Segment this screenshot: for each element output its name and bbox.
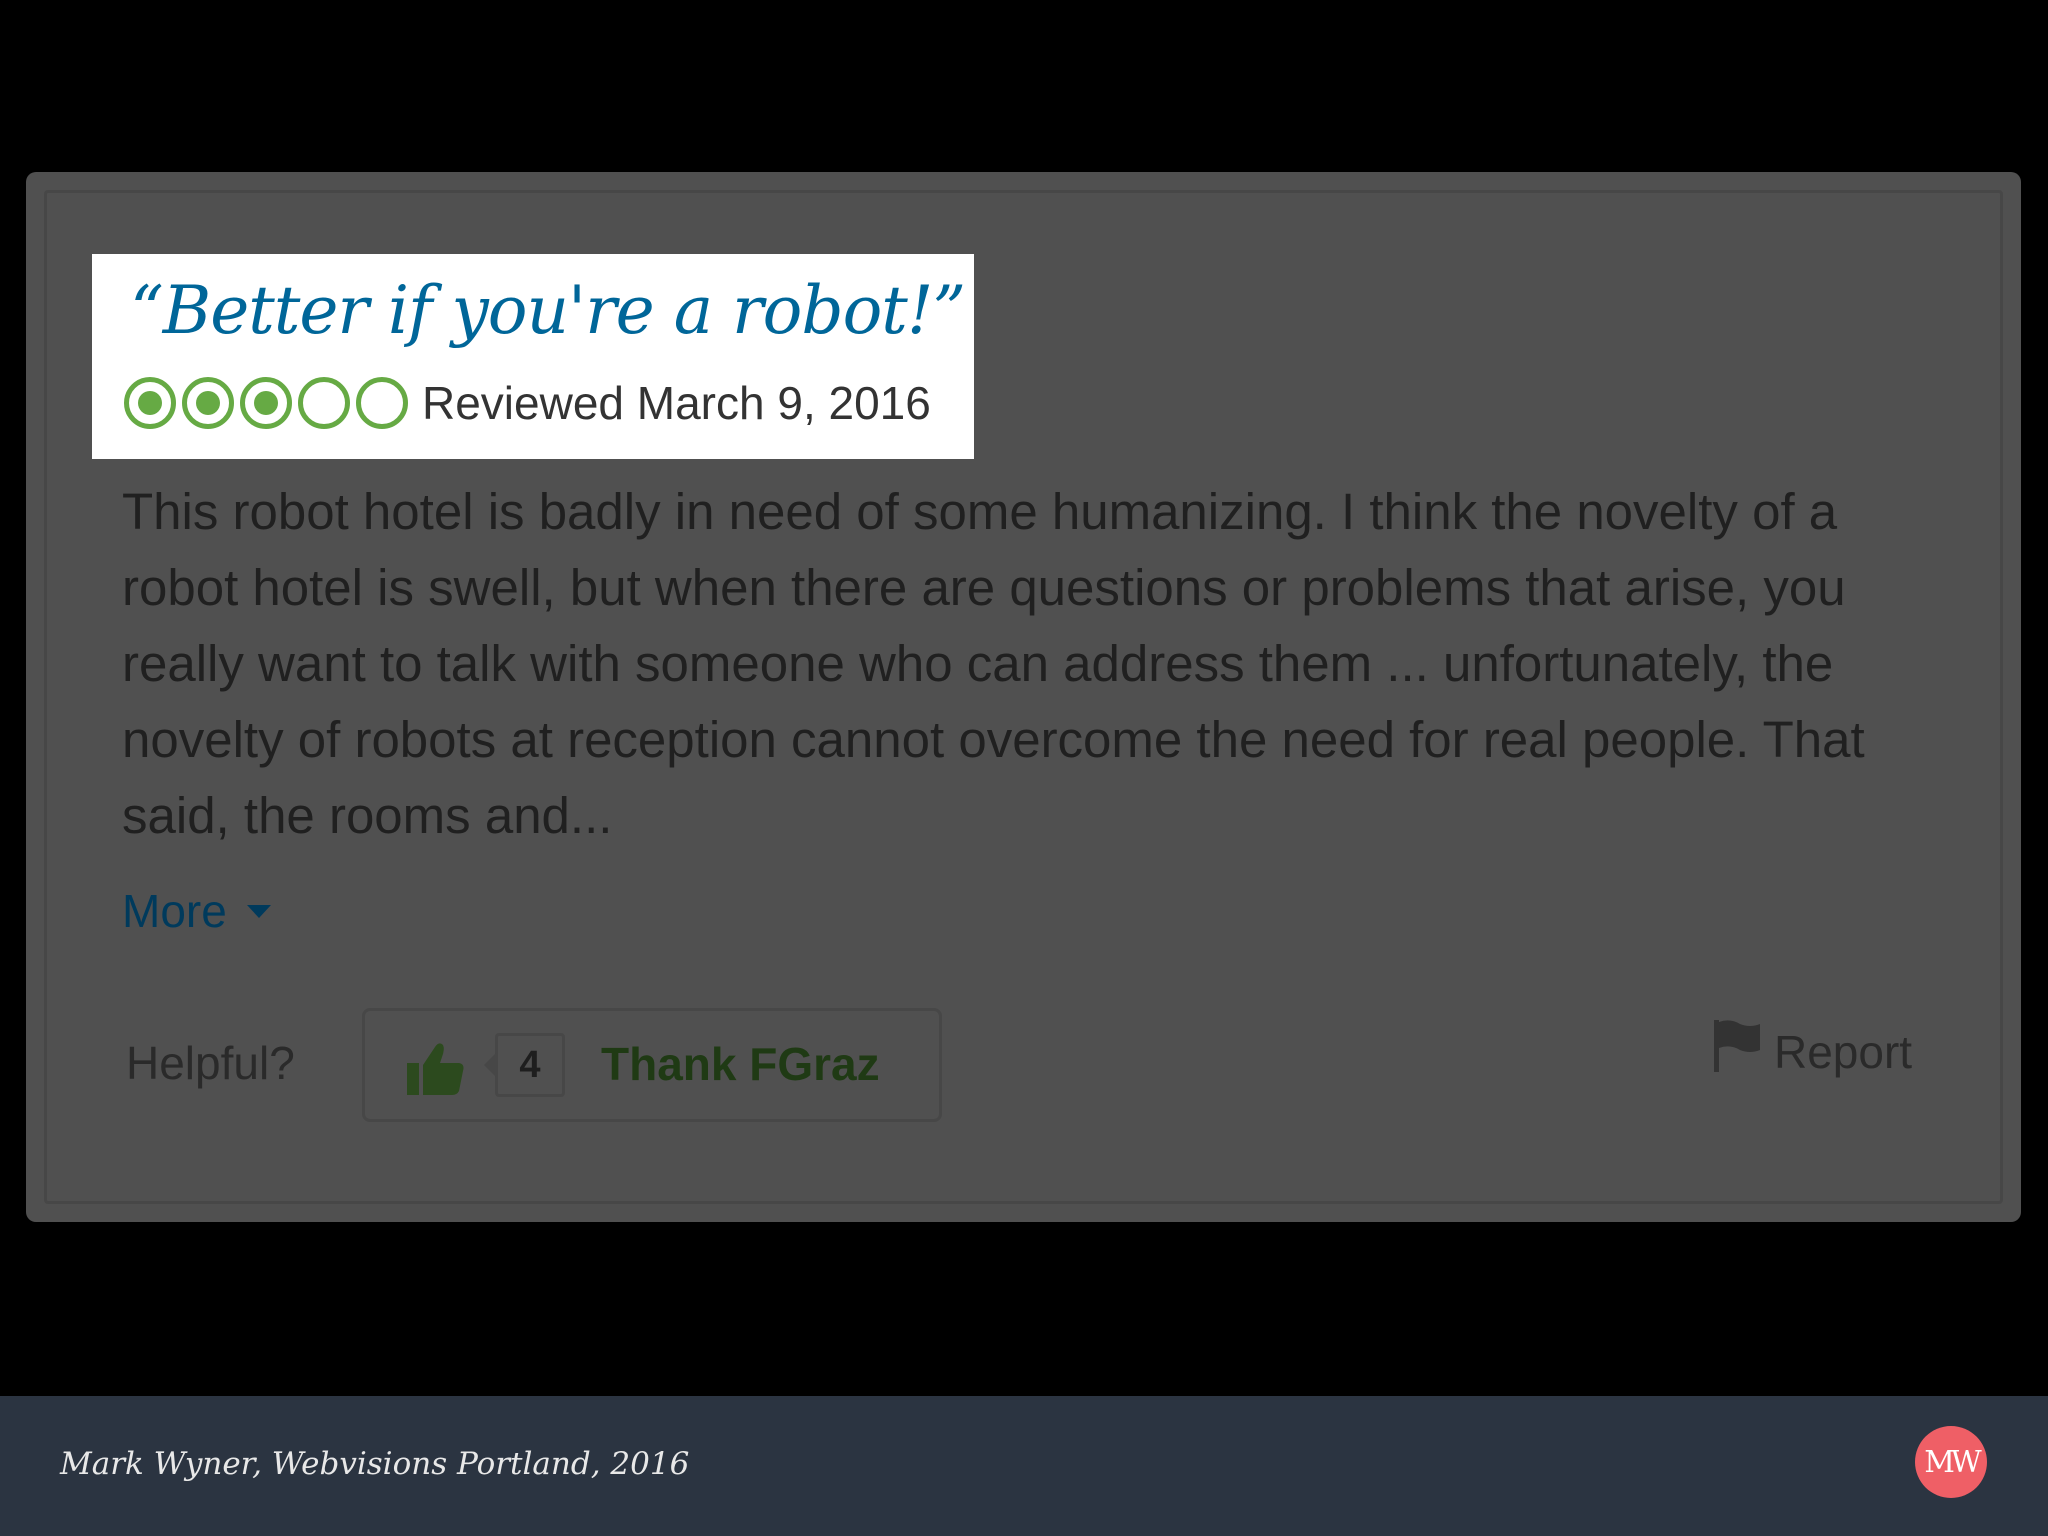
rating-bubble-empty-icon xyxy=(298,377,350,429)
report-label: Report xyxy=(1774,1025,1913,1078)
footer-credit: Mark Wyner, Webvisions Portland, 2016 xyxy=(60,1446,690,1482)
rating-bubble-filled-icon xyxy=(240,377,292,429)
review-header-highlight: “Better if you're a robot!” Reviewed Mar… xyxy=(92,254,974,459)
rating-bubbles xyxy=(124,377,414,429)
helpful-label: Helpful? xyxy=(126,1037,295,1089)
rating-row: Reviewed March 9, 2016 xyxy=(124,376,931,430)
chevron-down-icon xyxy=(246,904,271,918)
review-body: This robot hotel is badly in need of som… xyxy=(122,483,1865,844)
more-link[interactable]: More xyxy=(122,884,271,938)
thumbs-up-icon xyxy=(405,1041,465,1102)
thank-button[interactable]: 4 Thank FGraz xyxy=(362,1008,942,1122)
thank-label: Thank FGraz xyxy=(601,1038,880,1090)
rating-bubble-filled-icon xyxy=(182,377,234,429)
rating-bubble-filled-icon xyxy=(124,377,176,429)
slide-footer: Mark Wyner, Webvisions Portland, 2016 MW xyxy=(0,1396,2048,1536)
report-link[interactable]: Report xyxy=(1710,1018,1912,1085)
thank-count-badge: 4 xyxy=(484,1033,565,1097)
mw-logo: MW xyxy=(1915,1426,1987,1498)
more-label: More xyxy=(122,885,227,937)
slide: “Better if you're a robot!” Reviewed Mar… xyxy=(0,0,2048,1536)
review-title[interactable]: “Better if you're a robot!” xyxy=(130,272,966,349)
rating-bubble-empty-icon xyxy=(356,377,408,429)
review-date: Reviewed March 9, 2016 xyxy=(422,377,931,429)
flag-icon xyxy=(1710,1018,1764,1085)
